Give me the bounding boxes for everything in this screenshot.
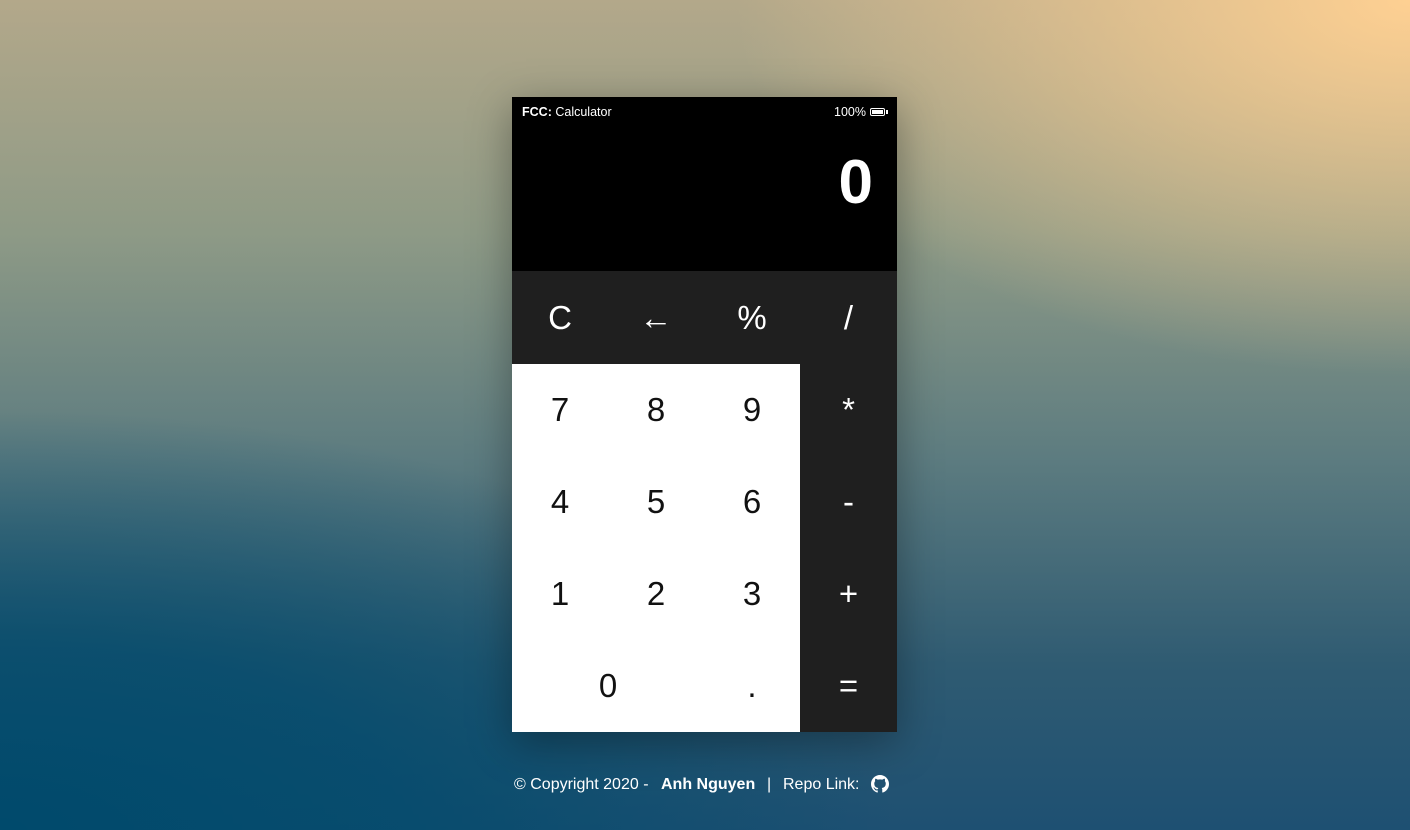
footer-separator: |: [767, 776, 772, 793]
eight-button[interactable]: 8: [608, 364, 704, 456]
backspace-button[interactable]: ←: [608, 271, 704, 364]
three-button[interactable]: 3: [704, 548, 800, 640]
battery-status: 100%: [834, 105, 888, 119]
footer: © Copyright 2020 - Anh Nguyen | Repo Lin…: [0, 772, 1410, 796]
add-button[interactable]: +: [800, 548, 897, 640]
copyright-text: © Copyright 2020 -: [514, 776, 649, 793]
divide-button[interactable]: /: [800, 271, 897, 364]
equals-button[interactable]: =: [800, 640, 897, 732]
app-title: FCC: Calculator: [522, 105, 612, 119]
multiply-button[interactable]: *: [800, 364, 897, 456]
four-button[interactable]: 4: [512, 456, 608, 548]
repo-link-label: Repo Link:: [783, 776, 860, 793]
subtract-button[interactable]: -: [800, 456, 897, 548]
keypad: C ← % / 7 8 9 * 4 5 6 - 1 2 3 + 0 . =: [512, 271, 897, 732]
app-title-name: Calculator: [555, 105, 612, 119]
status-bar: FCC: Calculator 100%: [512, 97, 897, 127]
calculator-display: 0: [838, 148, 873, 217]
two-button[interactable]: 2: [608, 548, 704, 640]
battery-percent: 100%: [834, 105, 866, 119]
decimal-button[interactable]: .: [704, 640, 800, 732]
five-button[interactable]: 5: [608, 456, 704, 548]
six-button[interactable]: 6: [704, 456, 800, 548]
zero-button[interactable]: 0: [512, 640, 704, 732]
github-icon[interactable]: [871, 775, 889, 793]
author-name: Anh Nguyen: [661, 776, 756, 793]
percent-button[interactable]: %: [704, 271, 800, 364]
seven-button[interactable]: 7: [512, 364, 608, 456]
battery-icon: [870, 108, 888, 116]
calculator: FCC: Calculator 100% 0 C ← % / 7 8 9 * 4…: [512, 97, 897, 732]
clear-button[interactable]: C: [512, 271, 608, 364]
app-title-prefix: FCC:: [522, 105, 552, 119]
one-button[interactable]: 1: [512, 548, 608, 640]
nine-button[interactable]: 9: [704, 364, 800, 456]
